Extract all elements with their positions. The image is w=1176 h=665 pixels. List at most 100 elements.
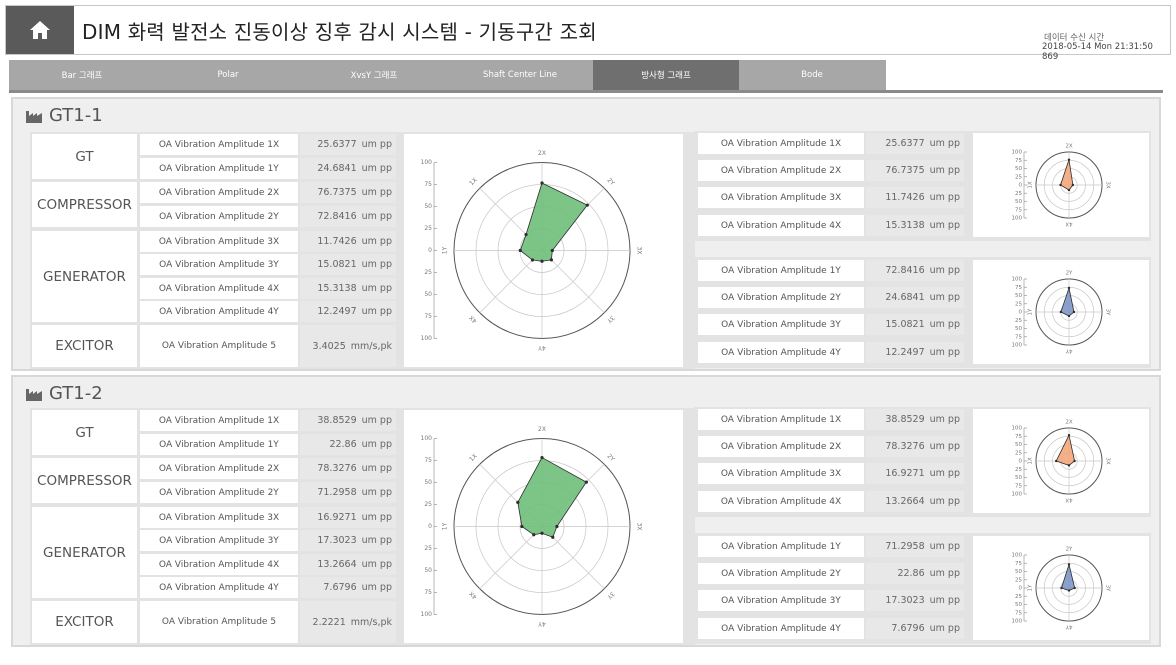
- radar-scale-label: 25: [1015, 594, 1022, 600]
- row-value: 15.3138 um pp: [300, 278, 396, 299]
- radar-scale-label: 75: [1015, 334, 1022, 340]
- radar-axis-label: 3X: [1105, 457, 1111, 464]
- radar-axis-label: 1X: [1028, 181, 1034, 188]
- row-value: 2.2221 mm/s,pk: [300, 601, 396, 643]
- row-value: 12.2497 um pp: [866, 342, 964, 363]
- radar-series-area: [1060, 286, 1075, 317]
- radar-scale-label: 100: [1012, 619, 1023, 625]
- radar-data-point: [555, 524, 559, 529]
- radar-scale-label: 50: [424, 567, 432, 574]
- radar-data-point: [518, 248, 522, 253]
- tab-underline: [9, 90, 1163, 93]
- radar-chart-y: 2Y 3Y 4Y 1Y 100 75 50 25 0 25 50 75 100: [973, 260, 1149, 364]
- radar-axis-label: 4Y: [538, 344, 546, 351]
- row-value: 22.86 um pp: [300, 434, 396, 455]
- radar-scale-label: 50: [1015, 166, 1022, 172]
- section-title: GT1-1: [25, 105, 103, 126]
- radar-scale-label: 0: [1019, 586, 1023, 592]
- radar-axis-label: 4Y: [538, 620, 546, 627]
- radar-axis-label: 1Y: [1028, 308, 1034, 315]
- radar-scale-label: 50: [1015, 293, 1022, 299]
- group-compressor: COMPRESSOR: [32, 458, 137, 503]
- radar-data-point: [540, 259, 544, 263]
- row-label: OA Vibration Amplitude 1X: [698, 409, 864, 430]
- row-value: 78.3276 um pp: [300, 458, 396, 479]
- row-label: OA Vibration Amplitude 3Y: [698, 314, 864, 335]
- radar-scale-label: 100: [1012, 216, 1023, 222]
- row-value: 17.3023 um pp: [300, 530, 396, 551]
- radar-scale-label: 50: [1015, 442, 1022, 448]
- radar-axis-label: 3X: [636, 523, 643, 531]
- row-label: OA Vibration Amplitude 1Y: [140, 158, 298, 179]
- radar-scale-label: 25: [1015, 450, 1022, 456]
- radar-chart-svg: 2Y 3Y 4Y 1Y 100 75 50 25 0 25 50 75 100: [1012, 547, 1111, 630]
- tab-polar[interactable]: Polar: [155, 60, 301, 90]
- radar-scale-label: 25: [424, 501, 432, 508]
- row-label: OA Vibration Amplitude 4X: [140, 278, 298, 299]
- radar-chart-main: 2X 2Y 3X 3Y 4Y 4X 1Y 1X 100 75 50 25 0 25 50 75 100: [404, 410, 683, 643]
- row-label: OA Vibration Amplitude 1X: [698, 133, 864, 154]
- radar-data-point: [1073, 459, 1076, 463]
- row-label: OA Vibration Amplitude 1Y: [698, 260, 864, 281]
- radar-axis-label: 3Y: [605, 314, 615, 324]
- receive-time-value: 2018-05-14 Mon 21:31:50 869: [1042, 42, 1153, 62]
- row-label: OA Vibration Amplitude 3Y: [140, 530, 298, 551]
- row-label: OA Vibration Amplitude 2X: [140, 458, 298, 479]
- tab-xvsy-graph[interactable]: XvsY 그래프: [301, 60, 447, 90]
- radar-scale-label: 25: [1015, 577, 1022, 583]
- row-value: 38.8529 um pp: [300, 410, 396, 431]
- radar-scale-label: 100: [421, 335, 433, 342]
- radar-axis-label: 1X: [468, 177, 479, 188]
- row-label: OA Vibration Amplitude 5: [140, 601, 298, 643]
- group-excitor: EXCITOR: [32, 325, 137, 367]
- radar-axis-label: 2X: [538, 426, 546, 433]
- row-value: 15.0821 um pp: [866, 314, 964, 335]
- radar-scale-label: 75: [1015, 561, 1022, 567]
- radar-scale-label: 50: [1015, 569, 1022, 575]
- row-value: 72.8416 um pp: [866, 260, 964, 281]
- row-label: OA Vibration Amplitude 4X: [140, 554, 298, 575]
- row-label: OA Vibration Amplitude 3Y: [698, 590, 864, 611]
- row-label: OA Vibration Amplitude 3X: [698, 187, 864, 208]
- radar-data-point: [1067, 563, 1071, 566]
- radar-axis-label: 2X: [538, 150, 546, 157]
- radar-axis-label: 4Y: [1065, 624, 1072, 630]
- radar-data-point: [1067, 188, 1071, 192]
- home-button[interactable]: [6, 6, 74, 54]
- radar-axis-label: 2Y: [1066, 271, 1073, 277]
- radar-data-point: [585, 203, 589, 207]
- section-gt1-1: GT1-1 GT COMPRESSOR GENERATOR EXCITOR OA…: [11, 97, 1161, 371]
- radar-data-point: [1072, 310, 1076, 314]
- row-label: OA Vibration Amplitude 3X: [140, 231, 298, 252]
- radar-data-point: [551, 535, 555, 539]
- tab-radar-graph[interactable]: 방사형 그래프: [593, 60, 739, 90]
- x-axis-panel: OA Vibration Amplitude 1X 38.8529 um pp O…: [694, 407, 1151, 517]
- row-value: 16.9271 um pp: [866, 463, 964, 484]
- radar-data-point: [520, 524, 524, 529]
- radar-axis-label: 3X: [1105, 181, 1111, 188]
- radar-scale-label: 0: [428, 523, 432, 530]
- radar-scale-label: 75: [1015, 158, 1022, 164]
- radar-axis-label: 1Y: [442, 522, 449, 530]
- row-label: OA Vibration Amplitude 4Y: [698, 618, 864, 639]
- tab-bar-graph[interactable]: Bar 그래프: [9, 60, 155, 90]
- row-label: OA Vibration Amplitude 2X: [140, 182, 298, 203]
- row-label: OA Vibration Amplitude 1X: [140, 410, 298, 431]
- row-label: OA Vibration Amplitude 3X: [140, 507, 298, 528]
- section-title-text: GT1-2: [49, 383, 103, 404]
- radar-data-point: [1059, 310, 1063, 314]
- row-label: OA Vibration Amplitude 4Y: [698, 342, 864, 363]
- radar-axis-label: 1X: [1028, 457, 1034, 464]
- row-label: OA Vibration Amplitude 5: [140, 325, 298, 367]
- radar-data-point: [1067, 589, 1071, 592]
- y-axis-panel: OA Vibration Amplitude 1Y 72.8416 um pp O…: [694, 257, 1151, 368]
- radar-scale-label: 75: [1015, 434, 1022, 440]
- tab-bode[interactable]: Bode: [739, 60, 885, 90]
- radar-scale-label: 100: [421, 435, 433, 442]
- row-label: OA Vibration Amplitude 1X: [140, 134, 298, 155]
- radar-scale-label: 75: [1015, 207, 1022, 213]
- radar-data-point: [540, 531, 544, 535]
- radar-chart-svg: 2Y 3Y 4Y 1Y 100 75 50 25 0 25 50 75 100: [1012, 271, 1111, 354]
- radar-data-point: [1059, 183, 1062, 187]
- tab-shaft-center-line[interactable]: Shaft Center Line: [447, 60, 593, 90]
